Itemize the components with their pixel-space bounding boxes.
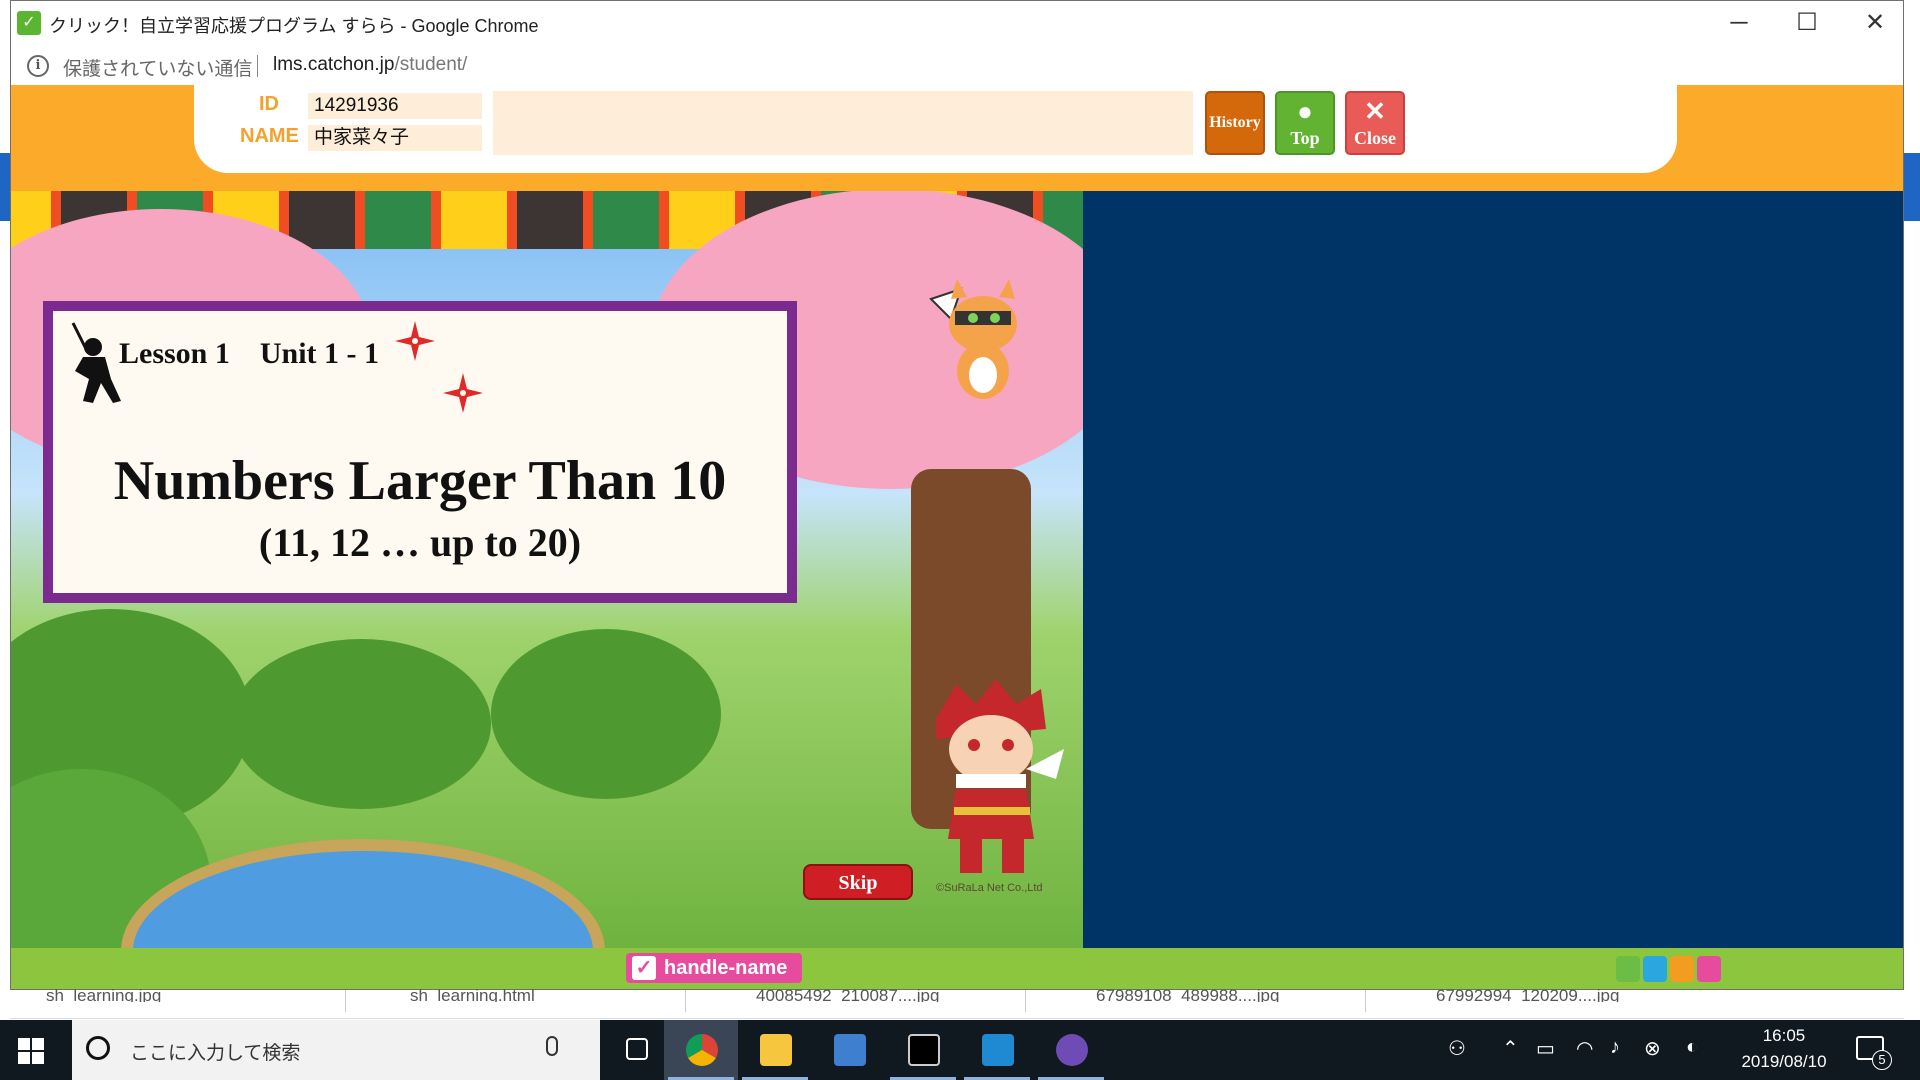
download-item[interactable]: sh_learning.jpg [46, 986, 161, 1002]
clock-date[interactable]: 2019/08/10 [1726, 1052, 1842, 1072]
id-value: 14291936 [308, 93, 482, 119]
task-view-icon[interactable] [600, 1020, 674, 1080]
handle-name-label: handle-name [664, 957, 788, 979]
url-field[interactable]: lms.catchon.jp/student/ [273, 54, 467, 76]
download-separator [1025, 990, 1026, 1012]
checkbox-icon: ✓ [632, 956, 656, 980]
logo-letter-ra [1670, 956, 1694, 982]
top-button[interactable]: ● Top [1275, 91, 1335, 155]
logo-letter-su [1643, 956, 1667, 982]
page-viewport: ID 14291936 NAME 中家菜々子 History ● Top ✕ C… [11, 85, 1903, 989]
close-x-icon: ✕ [1364, 97, 1386, 126]
folder-glyph [760, 1034, 792, 1066]
close-button[interactable]: ✕ Close [1345, 91, 1405, 155]
surala-check-icon: ✓ [17, 11, 41, 35]
vscode-glyph [982, 1034, 1014, 1066]
battery-icon[interactable]: ▭ [1536, 1036, 1555, 1061]
terminal-glyph [908, 1034, 940, 1066]
ime-icon[interactable]: ◐ [1686, 1036, 1698, 1059]
top-button-label: Top [1290, 128, 1320, 148]
task-view-glyph [626, 1038, 648, 1060]
download-separator [1365, 990, 1366, 1012]
minimize-button[interactable]: ─ [1705, 1, 1773, 45]
network-error-icon[interactable]: ⊗ [1644, 1036, 1661, 1061]
notification-count: 5 [1872, 1050, 1892, 1070]
microphone-icon[interactable] [546, 1036, 558, 1056]
address-bar[interactable]: i 保護されていない通信 lms.catchon.jp/student/ [11, 45, 1903, 86]
github-icon[interactable] [1034, 1020, 1108, 1080]
wifi-icon[interactable]: ◠ [1576, 1036, 1593, 1061]
title-bar[interactable]: ✓ クリック！自立学習応援プログラム すらら - Google Chrome ─… [11, 1, 1903, 45]
lesson-title-card: Lesson 1 Unit 1 - 1 Numbers Larger Than … [43, 301, 797, 603]
chrome-glyph [686, 1034, 718, 1066]
skip-button[interactable]: Skip [803, 864, 913, 900]
lesson-title: Numbers Larger Than 10 [113, 450, 727, 512]
name-label: NAME [240, 125, 299, 147]
logo-mouse-icon [1616, 956, 1640, 982]
shuriken-icon [395, 321, 435, 361]
download-separator [685, 990, 686, 1012]
remote-desktop-icon[interactable] [812, 1020, 886, 1080]
maximize-button[interactable]: ☐ [1773, 1, 1841, 45]
remote-desktop-glyph [834, 1034, 866, 1066]
window-title: クリック！自立学習応援プログラム すらら - Google Chrome [49, 16, 539, 36]
terminal-icon[interactable] [886, 1020, 960, 1080]
lesson-unit-heading: Lesson 1 Unit 1 - 1 [119, 337, 380, 370]
people-icon[interactable]: ⚇ [1448, 1036, 1466, 1061]
security-status[interactable]: 保護されていない通信 [63, 54, 252, 81]
ninja-silhouette-icon [71, 322, 121, 403]
windows-start-icon[interactable] [18, 1038, 44, 1064]
bush-middle [231, 639, 491, 809]
clock-time[interactable]: 16:05 [1726, 1026, 1842, 1046]
taskbar: ここに入力して検索 ⚇ ⌃ ▭ ◠ ♪ ⊗ ◐ 16:05 2019/08/10… [0, 1020, 1920, 1080]
file-explorer-icon[interactable] [738, 1020, 812, 1080]
bush-right [491, 629, 721, 799]
lesson-stage: Lesson 1 Unit 1 - 1 Numbers Larger Than … [11, 191, 1083, 948]
download-item[interactable]: 67992994_120209....jpg [1436, 986, 1619, 1002]
download-item[interactable]: 40085492_210087....jpg [756, 986, 939, 1002]
cortana-icon [86, 1036, 110, 1060]
downloads-shelf: sh_learning.jpg sh_learning.html 4008549… [10, 986, 1904, 1019]
name-value: 中家菜々子 [308, 125, 482, 151]
show-hidden-icons-chevron[interactable]: ⌃ [1502, 1036, 1519, 1061]
lesson-subtitle: (11, 12 … up to 20) [258, 520, 582, 565]
mouse-icon: ● [1297, 97, 1313, 126]
close-window-button[interactable]: ✕ [1841, 1, 1903, 45]
vscode-icon[interactable] [960, 1020, 1034, 1080]
id-label: ID [259, 93, 279, 115]
shuriken-icon-2 [443, 373, 483, 413]
chrome-icon[interactable] [664, 1020, 738, 1080]
download-item[interactable]: sh_learning.html [410, 986, 535, 1002]
lesson-title-inner: Lesson 1 Unit 1 - 1 Numbers Larger Than … [53, 311, 787, 593]
history-button[interactable]: History [1205, 91, 1265, 155]
chrome-window: ✓ クリック！自立学習応援プログラム すらら - Google Chrome ─… [10, 0, 1904, 990]
logo-letter-ra2 [1697, 956, 1721, 982]
volume-icon[interactable]: ♪ [1610, 1036, 1620, 1059]
handle-name-button[interactable]: ✓ handle-name [626, 953, 802, 983]
download-item[interactable]: 67989108_489988....jpg [1096, 986, 1279, 1002]
surala-logo [1616, 956, 1724, 984]
copyright-text: ©SuRaLa Net Co.,Ltd [936, 882, 1043, 894]
address-separator [257, 55, 258, 77]
url-path: /student/ [394, 54, 468, 75]
bottom-bar: ✓ handle-name [11, 948, 1903, 989]
red-ninja-character [936, 679, 1064, 873]
side-panel [1083, 191, 1903, 948]
cat-character [929, 279, 1017, 399]
message-area [493, 91, 1193, 155]
download-separator [345, 990, 346, 1012]
url-host: lms.catchon.jp [273, 54, 395, 75]
header-band: ID 14291936 NAME 中家菜々子 History ● Top ✕ C… [11, 85, 1903, 191]
github-glyph [1056, 1034, 1088, 1066]
close-button-label: Close [1354, 128, 1396, 148]
taskbar-search[interactable]: ここに入力して検索 [72, 1020, 600, 1080]
search-placeholder: ここに入力して検索 [130, 1043, 301, 1064]
info-icon[interactable]: i [27, 55, 49, 77]
